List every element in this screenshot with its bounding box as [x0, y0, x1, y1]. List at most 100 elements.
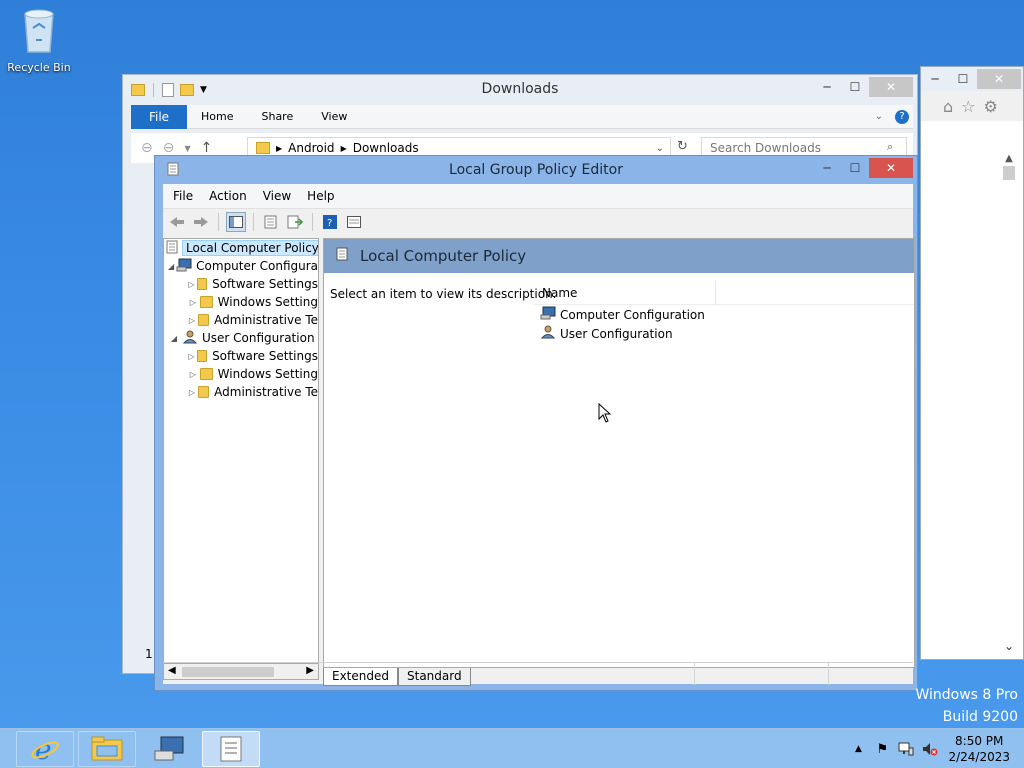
taskbar-file-explorer[interactable]: [78, 731, 136, 767]
home-icon[interactable]: ⌂: [943, 97, 953, 116]
maximize-button[interactable]: ☐: [841, 77, 869, 97]
menu-help[interactable]: Help: [299, 189, 342, 203]
properties-icon[interactable]: [261, 212, 281, 232]
tree-label: Software Settings: [212, 277, 318, 291]
volume-muted-icon[interactable]: [921, 742, 939, 756]
address-dropdown-icon[interactable]: ⌄: [656, 143, 664, 154]
console-tree[interactable]: Local Computer Policy ◢ Computer Configu…: [163, 238, 319, 664]
explorer-title: Downloads: [481, 81, 559, 97]
taskbar: e ▲ ⚑ 8:50 PM 2/24/2023: [0, 728, 1024, 768]
policy-doc-icon: [166, 240, 178, 257]
svg-text:?: ?: [327, 218, 332, 229]
recent-locations-icon[interactable]: ▼: [184, 144, 190, 153]
recycle-bin-label: Recycle Bin: [7, 61, 71, 74]
close-button[interactable]: ✕: [869, 77, 913, 97]
taskbar-group-policy-editor[interactable]: [202, 731, 260, 767]
tree-item-software-settings[interactable]: ▷ Software Settings: [164, 347, 318, 365]
settings-gear-icon[interactable]: ⚙: [984, 97, 998, 116]
breadcrumb-downloads[interactable]: Downloads: [353, 141, 419, 155]
tree-item-local-computer-policy[interactable]: Local Computer Policy: [164, 239, 318, 257]
tree-item-windows-settings[interactable]: ▷ Windows Setting: [164, 293, 318, 311]
network-icon[interactable]: [897, 742, 915, 756]
show-hidden-icons-icon[interactable]: ▲: [849, 744, 867, 754]
column-header-name[interactable]: Name: [542, 280, 716, 305]
tree-label: Administrative Te: [214, 385, 318, 399]
tree-item-windows-settings[interactable]: ▷ Windows Setting: [164, 365, 318, 383]
policy-doc-icon: [336, 247, 348, 265]
ribbon-tab-view[interactable]: View: [307, 110, 361, 123]
expand-arrow-icon[interactable]: ▷: [188, 352, 195, 361]
collapse-arrow-icon[interactable]: ◢: [168, 334, 180, 343]
tree-item-user-configuration[interactable]: ◢ User Configuration: [164, 329, 318, 347]
vertical-scrollbar[interactable]: ▲ ⌄: [1001, 153, 1017, 653]
filter-options-icon[interactable]: [344, 212, 364, 232]
system-tray: ▲ ⚑ 8:50 PM 2/24/2023: [846, 729, 1024, 768]
forward-arrow-icon[interactable]: [191, 212, 211, 232]
expand-arrow-icon[interactable]: ▷: [188, 280, 195, 289]
clock-time: 8:50 PM: [955, 734, 1004, 748]
list-item-user-configuration[interactable]: User Configuration: [534, 324, 914, 343]
tree-item-administrative-templates[interactable]: ▷ Administrative Te: [164, 383, 318, 401]
group-policy-editor-window[interactable]: Local Group Policy Editor ─ ☐ ✕ File Act…: [154, 155, 918, 691]
minimize-button[interactable]: ─: [813, 158, 841, 178]
menu-action[interactable]: Action: [201, 189, 255, 203]
list-item-label: User Configuration: [560, 326, 673, 341]
clock-date: 2/24/2023: [948, 750, 1010, 764]
forward-icon[interactable]: ⊖: [163, 140, 175, 156]
help-icon[interactable]: ?: [320, 212, 340, 232]
tree-label: Windows Setting: [217, 367, 318, 381]
tree-item-computer-configuration[interactable]: ◢ Computer Configura: [164, 257, 318, 275]
tree-label: Administrative Te: [214, 313, 318, 327]
items-list: Name Computer Configuration User Configu…: [534, 280, 914, 343]
taskbar-internet-explorer[interactable]: e: [16, 731, 74, 767]
ribbon-tab-file[interactable]: File: [131, 104, 187, 129]
close-button[interactable]: ✕: [977, 69, 1021, 89]
back-arrow-icon[interactable]: [167, 212, 187, 232]
collapse-arrow-icon[interactable]: ◢: [168, 262, 174, 271]
export-list-icon[interactable]: [285, 212, 305, 232]
computer-config-icon: [176, 258, 192, 275]
ribbon-tab-share[interactable]: Share: [247, 110, 307, 123]
close-button[interactable]: ✕: [869, 158, 913, 178]
menu-file[interactable]: File: [165, 189, 201, 203]
expand-arrow-icon[interactable]: ▷: [188, 298, 198, 307]
back-icon[interactable]: ⊖: [141, 140, 153, 156]
action-center-flag-icon[interactable]: ⚑: [873, 742, 891, 757]
edition-name: Windows 8 Pro: [915, 687, 1018, 703]
expand-arrow-icon[interactable]: ▷: [188, 316, 196, 325]
windows-edition-watermark: Windows 8 Pro Build 9200: [915, 684, 1018, 728]
up-icon[interactable]: ↑: [201, 140, 213, 156]
clock[interactable]: 8:50 PM 2/24/2023: [948, 733, 1010, 765]
mouse-cursor-icon: [598, 403, 612, 423]
search-icon[interactable]: ⌕: [887, 140, 893, 154]
minimize-button[interactable]: ─: [813, 77, 841, 97]
user-config-icon: [182, 330, 198, 347]
list-item-computer-configuration[interactable]: Computer Configuration: [534, 305, 914, 324]
recycle-bin-icon: [24, 9, 54, 53]
favorites-star-icon[interactable]: ☆: [961, 97, 975, 116]
expand-arrow-icon[interactable]: ▷: [188, 388, 196, 397]
expand-arrow-icon[interactable]: ▷: [188, 370, 198, 379]
folder-icon: [199, 296, 213, 308]
taskbar-computer-management[interactable]: [140, 731, 198, 767]
maximize-button[interactable]: ☐: [841, 158, 869, 178]
tree-item-administrative-templates[interactable]: ▷ Administrative Te: [164, 311, 318, 329]
gpe-title: Local Group Policy Editor: [449, 162, 623, 178]
maximize-button[interactable]: ☐: [949, 69, 977, 89]
computer-management-icon: [154, 736, 184, 761]
background-browser-window[interactable]: ─ ☐ ✕ ⌂ ☆ ⚙ ▲ ⌄: [920, 66, 1024, 660]
recycle-bin[interactable]: Recycle Bin: [6, 6, 72, 74]
refresh-icon[interactable]: ↻: [677, 139, 688, 154]
breadcrumb-android[interactable]: Android: [288, 141, 334, 155]
pane-header: Local Computer Policy: [324, 239, 914, 273]
item-count: 1: [145, 647, 153, 661]
expand-ribbon-icon[interactable]: ⌄: [875, 111, 883, 122]
file-explorer-icon: [91, 736, 123, 761]
ribbon-tab-home[interactable]: Home: [187, 110, 247, 123]
minimize-button[interactable]: ─: [921, 69, 949, 89]
menu-view[interactable]: View: [255, 189, 299, 203]
show-hide-tree-icon[interactable]: [226, 211, 246, 232]
help-icon[interactable]: ?: [895, 109, 909, 124]
tree-item-software-settings[interactable]: ▷ Software Settings: [164, 275, 318, 293]
user-config-icon: [540, 325, 556, 342]
